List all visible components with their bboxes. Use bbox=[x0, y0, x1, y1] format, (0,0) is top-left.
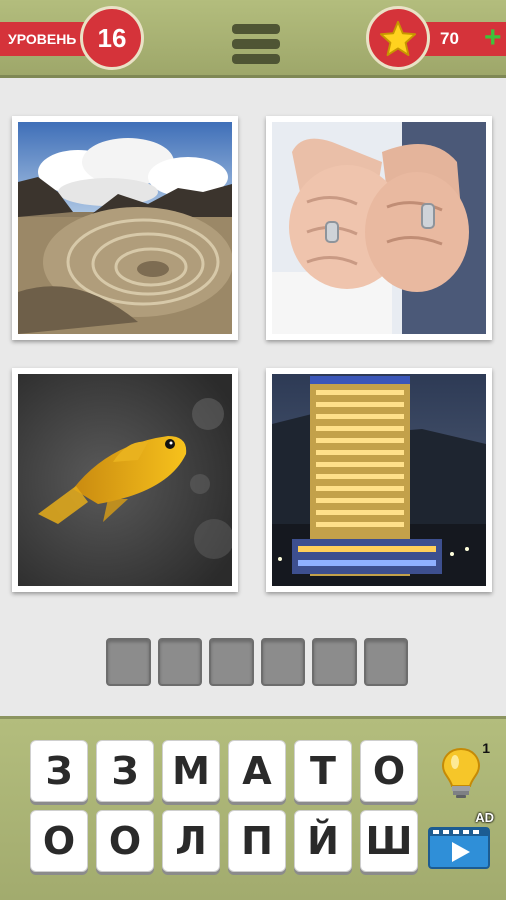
letter-key[interactable]: З bbox=[96, 740, 154, 802]
ad-label: AD bbox=[475, 810, 494, 825]
letter-key[interactable]: З bbox=[30, 740, 88, 802]
menu-bar-icon bbox=[232, 24, 280, 34]
picture-tile-hotel[interactable] bbox=[266, 368, 492, 592]
picture-tile-mine[interactable] bbox=[12, 116, 238, 340]
star-coin-badge[interactable] bbox=[366, 6, 430, 70]
top-bar: УРОВЕНЬ 16 70 + bbox=[0, 0, 506, 78]
hint-button[interactable]: 1 bbox=[438, 740, 494, 800]
video-play-icon bbox=[428, 827, 490, 869]
letter-key[interactable]: М bbox=[162, 740, 220, 802]
hint-count: 1 bbox=[482, 740, 490, 756]
answer-slot[interactable] bbox=[260, 638, 305, 686]
answer-slot[interactable] bbox=[157, 638, 202, 686]
letter-key[interactable]: О bbox=[360, 740, 418, 802]
picture-tile-fish[interactable] bbox=[12, 368, 238, 592]
level-number-badge: 16 bbox=[80, 6, 144, 70]
answer-slot[interactable] bbox=[363, 638, 408, 686]
add-coins-button[interactable]: + bbox=[484, 23, 506, 53]
watch-ad-button[interactable]: AD bbox=[426, 810, 496, 872]
letter-key[interactable]: Ш bbox=[360, 810, 418, 872]
menu-bar-icon bbox=[232, 39, 280, 49]
letter-key[interactable]: О bbox=[96, 810, 154, 872]
fish-picture bbox=[18, 374, 232, 586]
answer-slot[interactable] bbox=[106, 638, 151, 686]
hotel-picture bbox=[272, 374, 486, 586]
letter-key[interactable]: А bbox=[228, 740, 286, 802]
star-icon bbox=[379, 20, 417, 57]
letter-key[interactable]: П bbox=[228, 810, 286, 872]
letter-key[interactable]: Т bbox=[294, 740, 352, 802]
mine-picture bbox=[18, 122, 232, 334]
answer-slot[interactable] bbox=[312, 638, 357, 686]
menu-bar-icon bbox=[232, 54, 280, 64]
letter-key[interactable]: Л bbox=[162, 810, 220, 872]
menu-button[interactable] bbox=[230, 24, 282, 70]
letter-key[interactable]: О bbox=[30, 810, 88, 872]
answer-slots bbox=[106, 638, 408, 686]
answer-slot[interactable] bbox=[209, 638, 254, 686]
picture-tile-fists[interactable] bbox=[266, 116, 492, 340]
letter-key[interactable]: Й bbox=[294, 810, 352, 872]
fists-picture bbox=[272, 122, 486, 334]
lightbulb-icon bbox=[441, 747, 481, 798]
